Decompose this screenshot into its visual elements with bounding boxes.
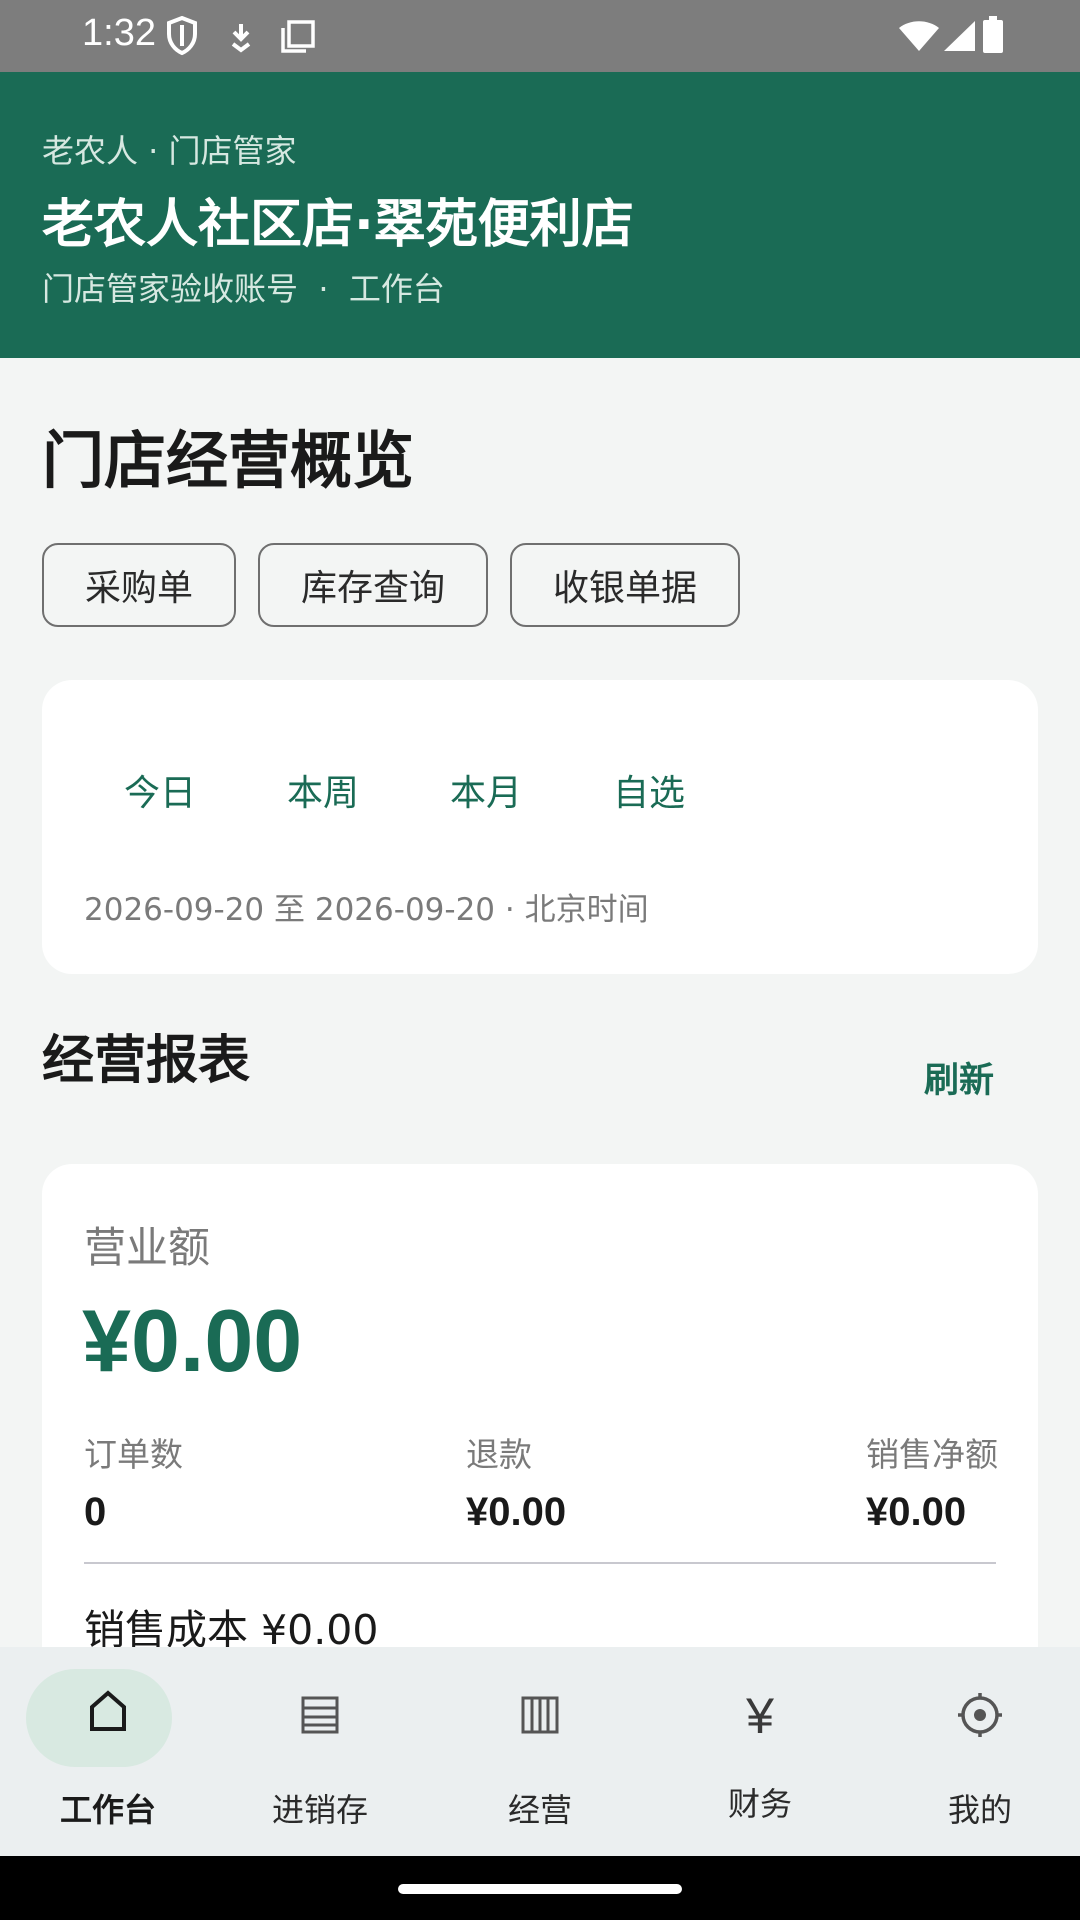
stat-label: 销售净额 (866, 1435, 998, 1474)
nav-item-inventory[interactable]: 进销存 (212, 1647, 428, 1856)
stat-label: 订单数 (84, 1435, 183, 1474)
quick-actions: 采购单 库存查询 收银单据 (42, 543, 740, 627)
brand-label: 老农人 · 门店管家 (42, 132, 297, 170)
nav-item-workbench[interactable]: 工作台 (0, 1647, 216, 1856)
status-time: 1:32 (82, 12, 156, 54)
nav-item-operations[interactable]: 经营 (432, 1647, 648, 1856)
nav-label: 工作台 (59, 1791, 156, 1829)
report-card: 营业额 ¥0.00 订单数 0 退款 ¥0.00 销售净额 ¥0.00 销售成本… (42, 1164, 1038, 1684)
revenue-label: 营业额 (84, 1223, 211, 1272)
signal-icon (942, 20, 976, 56)
gesture-bar (0, 1856, 1080, 1920)
tab-today[interactable]: 今日 (124, 764, 287, 816)
list-icon (212, 1695, 428, 1746)
bottom-nav: 工作台 进销存 经营 ¥ 财务 我的 (0, 1647, 1080, 1856)
tab-custom[interactable]: 自选 (613, 764, 776, 816)
inventory-query-button[interactable]: 库存查询 (258, 543, 488, 627)
copy-icon (280, 20, 316, 58)
date-range-text: 2026-09-20 至 2026-09-20 · 北京时间 (84, 892, 649, 928)
nav-label: 进销存 (271, 1791, 368, 1829)
stat-value: ¥0.00 (866, 1490, 967, 1534)
status-bar: 1:32 (0, 0, 1080, 72)
nav-item-mine[interactable]: 我的 (872, 1647, 1080, 1856)
store-name: 老农人社区店·翠苑便利店 (42, 195, 634, 255)
report-section-title: 经营报表 (42, 1031, 251, 1091)
battery-icon (982, 16, 1004, 58)
tab-this-week[interactable]: 本周 (287, 764, 450, 816)
home-icon (0, 1689, 216, 1744)
period-tabs: 今日 本周 本月 自选 (124, 764, 776, 816)
home-gesture-handle[interactable] (398, 1884, 682, 1894)
refresh-button[interactable]: 刷新 (924, 1052, 994, 1103)
stat-value: ¥0.00 (466, 1490, 567, 1534)
nav-item-finance[interactable]: ¥ 财务 (652, 1647, 868, 1856)
stat-orders: 订单数 0 (84, 1428, 183, 1535)
nav-label: 我的 (947, 1791, 1012, 1829)
columns-icon (432, 1695, 648, 1746)
cashier-receipts-button[interactable]: 收银单据 (510, 543, 740, 627)
yen-icon: ¥ (746, 1688, 774, 1744)
shield-icon (166, 15, 198, 60)
nav-label: 财务 (727, 1785, 792, 1823)
nav-label: 经营 (507, 1791, 572, 1829)
download-icon (228, 22, 254, 58)
store-header: 老农人 · 门店管家 老农人社区店·翠苑便利店 门店管家验收账号 · 工作台 (0, 72, 1080, 358)
purchase-order-button[interactable]: 采购单 (42, 543, 236, 627)
tab-this-month[interactable]: 本月 (450, 764, 613, 816)
stat-refunds: 退款 ¥0.00 (466, 1428, 566, 1535)
revenue-value: ¥0.00 (82, 1291, 303, 1390)
stat-net-sales: 销售净额 ¥0.00 (866, 1428, 998, 1535)
divider (84, 1562, 996, 1564)
page-title: 门店经营概览 (42, 424, 415, 497)
stat-value: 0 (84, 1490, 107, 1534)
gear-icon (872, 1691, 1080, 1750)
stat-label: 退款 (466, 1435, 532, 1474)
period-card: 今日 本周 本月 自选 2026-09-20 至 2026-09-20 · 北京… (42, 680, 1038, 974)
wifi-icon (898, 20, 940, 56)
header-subtitle: 门店管家验收账号 · 工作台 (42, 270, 445, 308)
